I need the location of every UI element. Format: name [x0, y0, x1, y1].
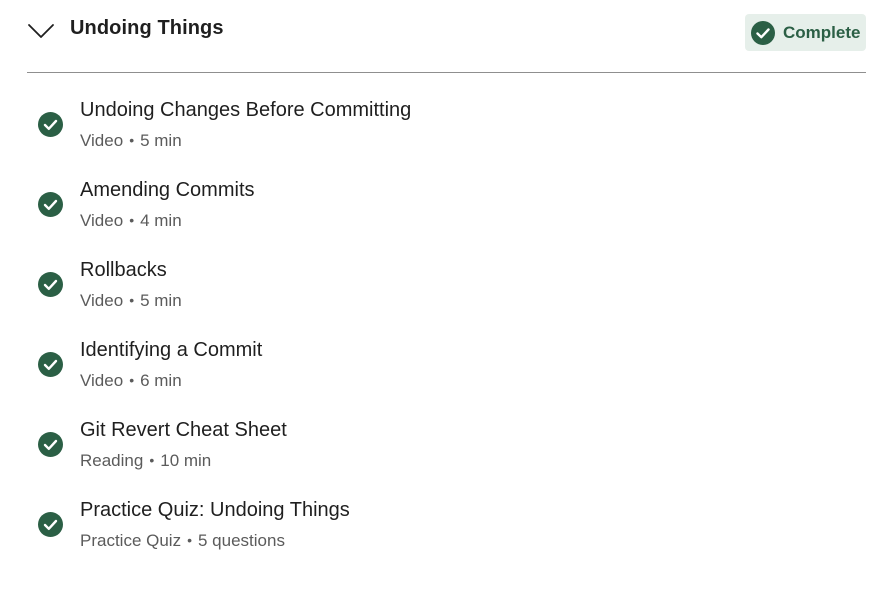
meta-separator: •	[129, 292, 135, 308]
item-meta: Video • 5 min	[80, 131, 182, 151]
check-circle-icon	[38, 432, 63, 457]
item-meta: Video • 6 min	[80, 371, 182, 391]
list-item[interactable]: Rollbacks Video • 5 min	[0, 234, 892, 314]
list-item[interactable]: Amending Commits Video • 4 min	[0, 154, 892, 234]
item-type: Video	[80, 131, 124, 150]
item-duration: 4 min	[140, 211, 182, 230]
item-meta: Practice Quiz • 5 questions	[80, 531, 285, 551]
item-duration: 5 min	[140, 291, 182, 310]
meta-separator: •	[149, 452, 155, 468]
item-type: Video	[80, 291, 124, 310]
item-duration: 6 min	[140, 371, 182, 390]
check-circle-icon	[38, 192, 63, 217]
check-circle-icon	[38, 352, 63, 377]
item-type: Reading	[80, 451, 144, 470]
module-header[interactable]: Undoing Things Complete	[27, 0, 866, 73]
item-title[interactable]: Practice Quiz: Undoing Things	[80, 499, 350, 522]
item-title[interactable]: Rollbacks	[80, 259, 167, 282]
item-type: Video	[80, 371, 124, 390]
module-section: Undoing Things Complete Undoing Changes …	[0, 0, 892, 614]
item-meta: Video • 4 min	[80, 211, 182, 231]
status-badge-label: Complete	[783, 23, 861, 42]
meta-separator: •	[129, 372, 135, 388]
meta-separator: •	[129, 212, 135, 228]
item-meta: Reading • 10 min	[80, 451, 211, 471]
chevron-down-icon[interactable]	[27, 20, 55, 42]
item-duration: 10 min	[160, 451, 212, 470]
item-duration: 5 questions	[198, 531, 285, 550]
item-title[interactable]: Amending Commits	[80, 179, 255, 202]
item-type: Practice Quiz	[80, 531, 182, 550]
check-circle-icon	[38, 112, 63, 137]
status-badge: Complete	[745, 14, 866, 51]
item-title[interactable]: Undoing Changes Before Committing	[80, 99, 411, 122]
item-title[interactable]: Identifying a Commit	[80, 339, 262, 362]
module-title: Undoing Things	[70, 17, 224, 39]
check-circle-icon	[38, 272, 63, 297]
item-type: Video	[80, 211, 124, 230]
list-item[interactable]: Identifying a Commit Video • 6 min	[0, 314, 892, 394]
list-item[interactable]: Practice Quiz: Undoing Things Practice Q…	[0, 474, 892, 554]
meta-separator: •	[187, 532, 192, 548]
list-item[interactable]: Git Revert Cheat Sheet Reading • 10 min	[0, 394, 892, 474]
item-title[interactable]: Git Revert Cheat Sheet	[80, 419, 287, 442]
list-item[interactable]: Undoing Changes Before Committing Video •…	[0, 74, 892, 154]
check-circle-icon	[38, 512, 63, 537]
item-meta: Video • 5 min	[80, 291, 182, 311]
meta-separator: •	[129, 132, 135, 148]
check-circle-icon	[751, 21, 775, 45]
item-duration: 5 min	[140, 131, 182, 150]
